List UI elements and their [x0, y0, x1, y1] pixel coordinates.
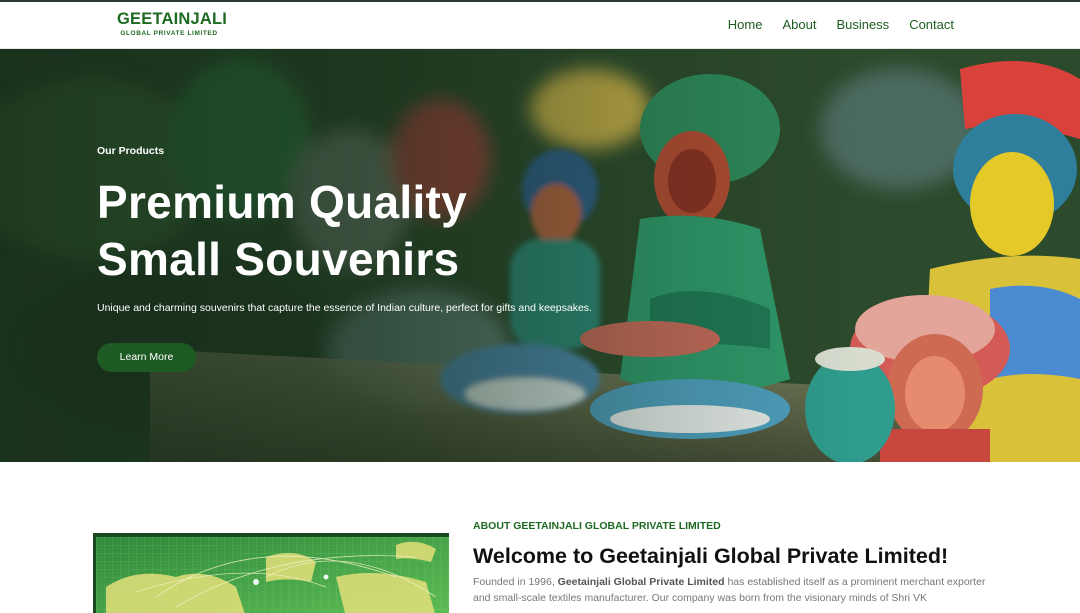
hero-title: Premium Quality Small Souvenirs	[97, 174, 577, 288]
nav-about-link[interactable]: About	[782, 17, 816, 32]
nav-home-link[interactable]: Home	[728, 17, 763, 32]
hero-description: Unique and charming souvenirs that captu…	[97, 302, 592, 314]
about-company-name: Geetainjali Global Private Limited	[557, 576, 725, 588]
about-paragraph: Founded in 1996, Geetainjali Global Priv…	[473, 574, 988, 606]
main-nav: Home About Business Contact	[708, 17, 954, 32]
nav-contact-link[interactable]: Contact	[909, 17, 954, 32]
logo-main-text: GEETAINJALI	[117, 10, 228, 28]
about-world-map-image	[93, 533, 449, 613]
hero-eyebrow: Our Products	[97, 145, 165, 157]
about-text-start: Founded in 1996,	[473, 576, 555, 588]
hero-title-line-2: Small Souvenirs	[97, 233, 460, 285]
logo-sub-text: GLOBAL PRIVATE LIMITED	[120, 29, 218, 37]
nav-business-link[interactable]: Business	[836, 17, 889, 32]
hero-title-line-1: Premium Quality	[97, 176, 468, 228]
site-header: GEETAINJALI GLOBAL PRIVATE LIMITED Home …	[0, 0, 1080, 49]
about-title: Welcome to Geetainjali Global Private Li…	[473, 544, 949, 568]
site-logo[interactable]: GEETAINJALI GLOBAL PRIVATE LIMITED	[117, 10, 228, 37]
learn-more-button[interactable]: Learn More	[97, 343, 196, 372]
about-eyebrow: ABOUT GEETAINJALI GLOBAL PRIVATE LIMITED	[473, 520, 721, 532]
hero-banner: Our Products Premium Quality Small Souve…	[0, 49, 1080, 462]
